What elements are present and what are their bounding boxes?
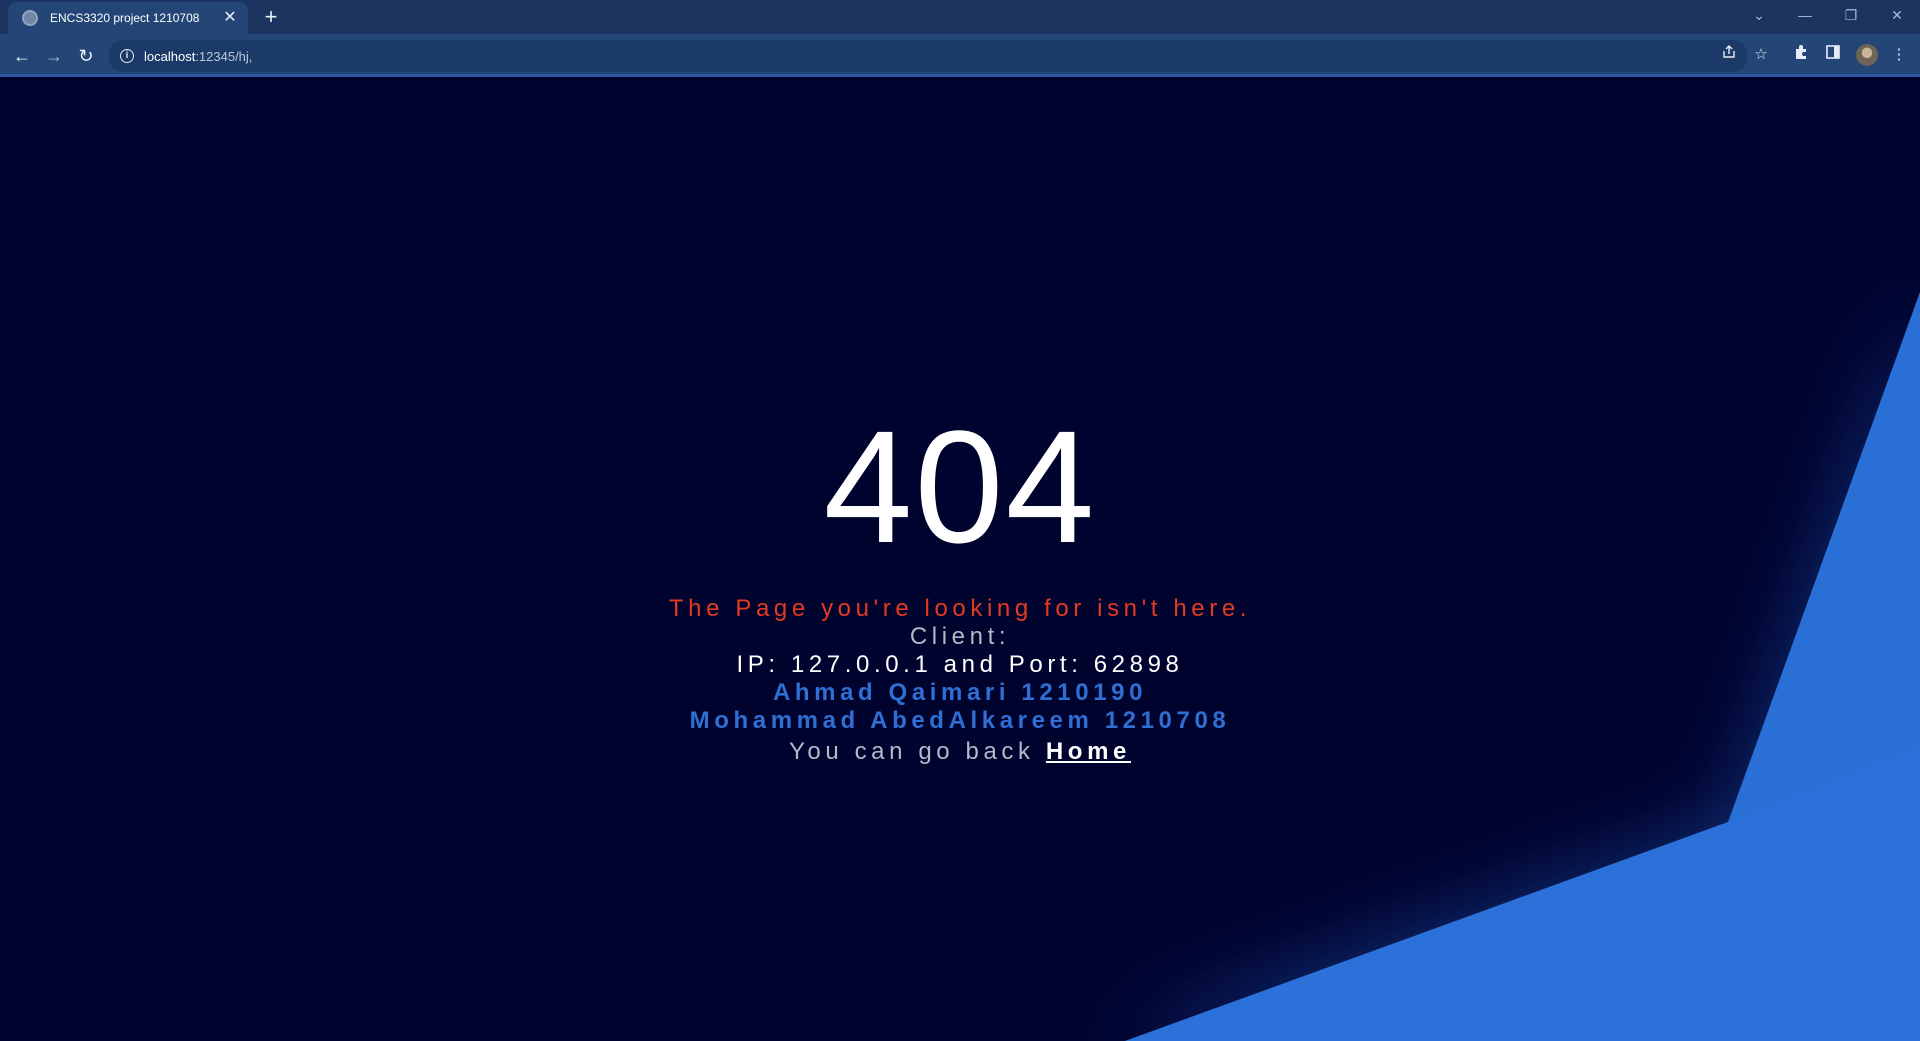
back-button[interactable]: ← (8, 42, 36, 70)
globe-icon (22, 10, 38, 26)
info-icon[interactable]: i (120, 49, 134, 63)
tab-search-icon[interactable]: ⌄ (1736, 0, 1782, 30)
browser-chrome: ENCS3320 project 1210708 ✕ + ⌄ — ❐ ✕ ← →… (0, 0, 1920, 77)
back-text: You can go back Home (0, 735, 1920, 769)
address-bar[interactable]: i localhost:12345/hj, (108, 40, 1748, 72)
browser-toolbar: ← → ↻ i localhost:12345/hj, ☆ ⋮ (0, 34, 1920, 77)
restore-button[interactable]: ❐ (1828, 0, 1874, 30)
side-panel-icon[interactable] (1822, 44, 1844, 66)
tab-close-icon[interactable]: ✕ (220, 8, 240, 28)
profile-avatar[interactable] (1856, 44, 1878, 66)
new-tab-button[interactable]: + (258, 5, 284, 31)
tab-title: ENCS3320 project 1210708 (50, 11, 200, 25)
error-content: 404 The Page you're looking for isn't he… (0, 407, 1920, 769)
close-window-button[interactable]: ✕ (1874, 0, 1920, 30)
url-host: localhost (144, 48, 196, 64)
client-ip-port: IP: 127.0.0.1 and Port: 62898 (736, 651, 1184, 678)
author-1: Ahmad Qaimari 1210190 (772, 679, 1148, 706)
error-message: The Page you're looking for isn't here. (668, 595, 1252, 622)
minimize-button[interactable]: — (1782, 0, 1828, 30)
more-icon[interactable]: ⋮ (1888, 44, 1910, 66)
extensions-icon[interactable] (1790, 44, 1812, 66)
tab-strip: ENCS3320 project 1210708 ✕ + ⌄ — ❐ ✕ (0, 0, 1920, 34)
error-code: 404 (823, 397, 1097, 576)
home-link[interactable]: Home (1046, 738, 1131, 765)
share-icon[interactable] (1718, 44, 1740, 66)
star-icon[interactable]: ☆ (1750, 44, 1772, 66)
forward-button[interactable]: → (40, 42, 68, 70)
url-path: :12345/hj, (195, 48, 253, 64)
url-text[interactable]: localhost:12345/hj, (144, 49, 252, 64)
client-label: Client: (909, 623, 1011, 650)
author-2: Mohammad AbedAlkareem 1210708 (689, 707, 1231, 734)
reload-button[interactable]: ↻ (72, 42, 100, 70)
browser-tab[interactable]: ENCS3320 project 1210708 ✕ (8, 2, 248, 34)
back-label: You can go back (789, 738, 1046, 765)
page-viewport: 404 The Page you're looking for isn't he… (0, 77, 1920, 1041)
